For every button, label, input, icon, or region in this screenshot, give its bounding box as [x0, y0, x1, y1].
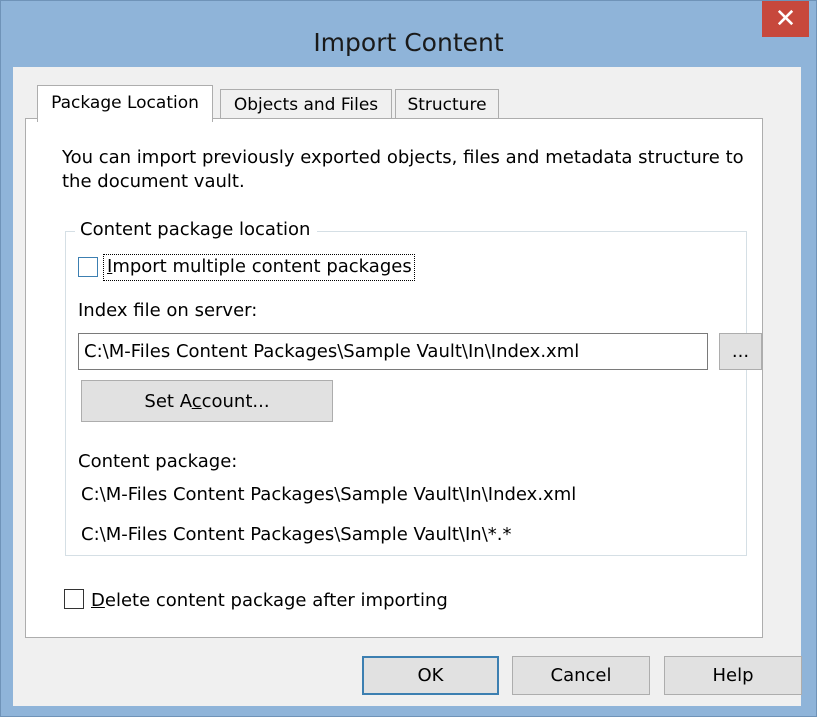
ok-label: OK [417, 665, 444, 686]
tab-objects-and-files[interactable]: Objects and Files [220, 89, 392, 120]
close-button[interactable]: ✕ [762, 1, 809, 37]
content-package-label: Content package: [78, 451, 238, 472]
groupbox-top-border-left [65, 231, 75, 232]
delete-package-checkbox[interactable] [64, 589, 84, 609]
help-button[interactable]: Help [664, 656, 802, 695]
import-multiple-label[interactable]: Import multiple content packages [107, 256, 412, 277]
dialog-title: Import Content [313, 28, 504, 57]
groupbox-bottom-border [65, 555, 747, 556]
browse-button[interactable]: ... [719, 333, 762, 370]
help-label: Help [712, 665, 754, 686]
cancel-button[interactable]: Cancel [512, 656, 650, 695]
import-multiple-checkbox[interactable] [78, 257, 98, 277]
browse-label: ... [731, 341, 750, 362]
ok-button[interactable]: OK [362, 656, 499, 695]
groupbox-right-border [746, 231, 747, 555]
index-file-label: Index file on server: [78, 300, 258, 321]
index-file-input[interactable]: C:\M-Files Content Packages\Sample Vault… [78, 333, 708, 370]
tab-label: Objects and Files [233, 95, 379, 115]
tab-label: Package Location [51, 93, 199, 113]
set-account-button[interactable]: Set Account... [81, 380, 333, 422]
title-bar[interactable]: Import Content ✕ [1, 1, 816, 61]
tab-structure[interactable]: Structure [395, 89, 499, 120]
tab-package-location[interactable]: Package Location [37, 85, 213, 122]
content-package-path-2: C:\M-Files Content Packages\Sample Vault… [81, 524, 512, 545]
content-package-path-1: C:\M-Files Content Packages\Sample Vault… [81, 484, 577, 505]
set-account-label: Set Account... [144, 390, 270, 412]
dialog-window: Import Content ✕ Package Location Object… [0, 0, 817, 717]
groupbox-left-border [65, 231, 66, 555]
group-title: Content package location [78, 219, 315, 240]
delete-package-label[interactable]: Delete content package after importing [91, 590, 448, 611]
tab-label: Structure [407, 95, 487, 115]
close-icon: ✕ [774, 4, 797, 34]
groupbox-top-border-right [317, 231, 746, 232]
cancel-label: Cancel [550, 665, 612, 686]
